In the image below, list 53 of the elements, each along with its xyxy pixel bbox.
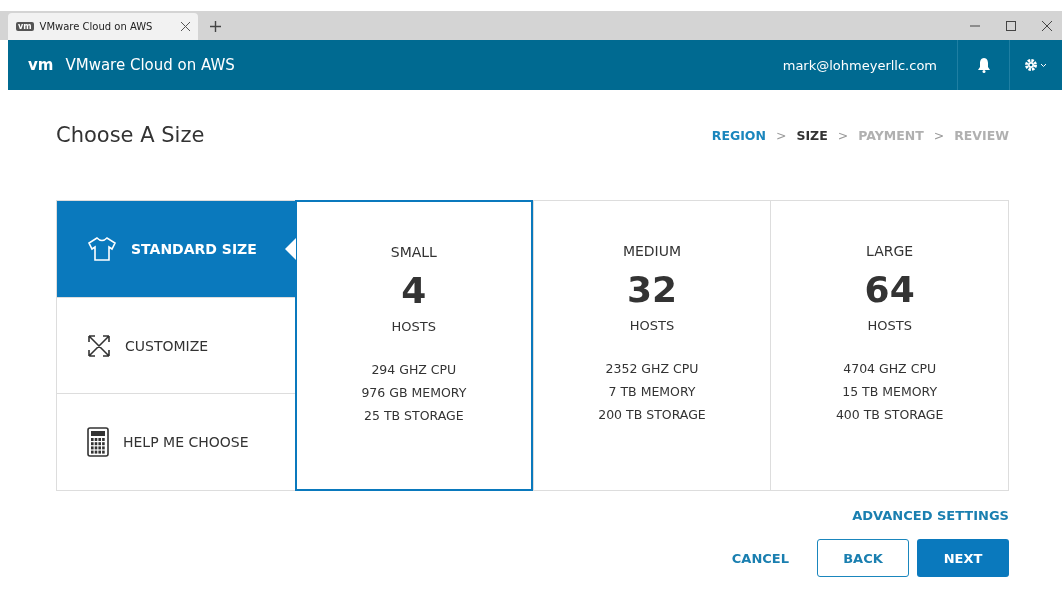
maximize-icon[interactable] [1006, 20, 1016, 31]
option-label: HELP ME CHOOSE [123, 434, 249, 451]
host-unit: HOSTS [629, 318, 675, 333]
wizard-step: REVIEW [954, 127, 1009, 143]
host-count: 64 [864, 269, 915, 310]
new-tab-icon[interactable] [210, 21, 221, 32]
size-name: SMALL [390, 244, 437, 260]
size-card[interactable]: SMALL 4 HOSTS 294 GHZ CPU 976 GB MEMORY 25 TB STORAGE [295, 200, 533, 491]
size-card[interactable]: MEDIUM 32 HOSTS 2352 GHZ CPU 7 TB MEMORY 200 TB STORAGE [532, 201, 771, 490]
step-separator: > [933, 127, 945, 143]
cancel-button[interactable]: CANCEL [711, 550, 809, 566]
bell-icon[interactable] [976, 57, 991, 73]
option-label: CUSTOMIZE [125, 337, 209, 354]
host-count: 4 [401, 270, 427, 311]
size-spec: 400 TB STORAGE [835, 406, 944, 424]
size-spec: 294 GHZ CPU [371, 361, 457, 379]
advanced-settings-link[interactable]: ADVANCED SETTINGS [56, 508, 1009, 523]
user-email[interactable]: mark@lohmeyerllc.com [782, 40, 958, 90]
page-title: Choose A Size [56, 123, 205, 147]
next-button[interactable]: NEXT [917, 539, 1009, 577]
app-title: VMware Cloud on AWS [65, 56, 235, 74]
wizard-step: PAYMENT [858, 127, 924, 143]
close-icon[interactable] [181, 22, 190, 31]
selection-notch [285, 237, 296, 260]
step-separator: > [837, 127, 849, 143]
wizard-step: SIZE [796, 127, 828, 143]
tab-logo: vm [16, 22, 34, 31]
size-card[interactable]: LARGE 64 HOSTS 4704 GHZ CPU 15 TB MEMORY 400 TB STORAGE [770, 201, 1008, 490]
shirt-icon [87, 235, 117, 262]
calculator-icon [87, 427, 109, 458]
size-spec: 7 TB MEMORY [608, 383, 696, 401]
settings-icon[interactable] [1024, 58, 1048, 72]
step-separator: > [775, 127, 787, 143]
size-name: MEDIUM [622, 243, 682, 259]
size-spec: 4704 GHZ CPU [843, 360, 937, 378]
tab-title: VMware Cloud on AWS [39, 21, 154, 32]
option-tab[interactable]: STANDARD SIZE [57, 201, 295, 298]
logo: vm [28, 56, 54, 74]
close-icon[interactable] [1042, 20, 1052, 31]
host-unit: HOSTS [391, 319, 437, 334]
size-spec: 25 TB STORAGE [364, 407, 464, 425]
size-spec: 15 TB MEMORY [842, 383, 938, 401]
wizard-step[interactable]: REGION [711, 127, 766, 143]
browser-tab[interactable]: vm VMware Cloud on AWS [8, 13, 198, 40]
size-spec: 200 TB STORAGE [598, 406, 706, 424]
back-button[interactable]: BACK [817, 539, 909, 577]
expand-icon [87, 333, 111, 358]
option-label: STANDARD SIZE [131, 240, 257, 257]
host-unit: HOSTS [867, 318, 912, 333]
size-spec: 2352 GHZ CPU [605, 360, 699, 378]
host-count: 32 [626, 269, 678, 310]
size-spec: 976 GB MEMORY [361, 384, 467, 402]
size-name: LARGE [866, 243, 914, 259]
